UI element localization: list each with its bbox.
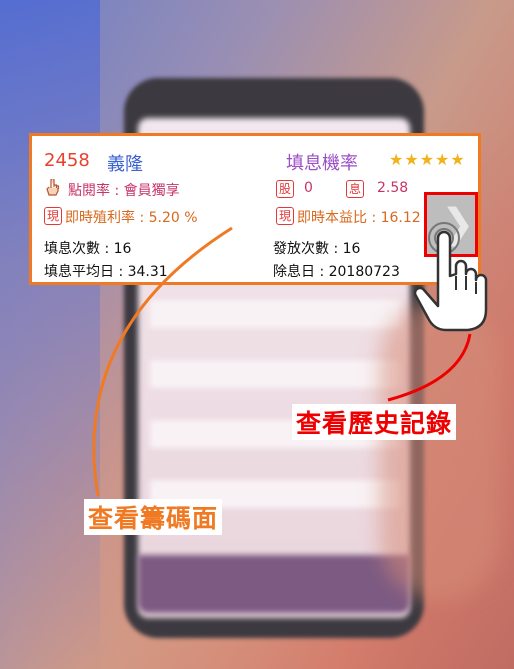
view-history-label: 查看歷史記錄 <box>292 404 457 440</box>
connector-lines <box>92 226 472 497</box>
history-connector <box>387 333 472 402</box>
view-chips-label: 查看籌碼面 <box>84 499 223 535</box>
chips-connector <box>92 226 233 497</box>
